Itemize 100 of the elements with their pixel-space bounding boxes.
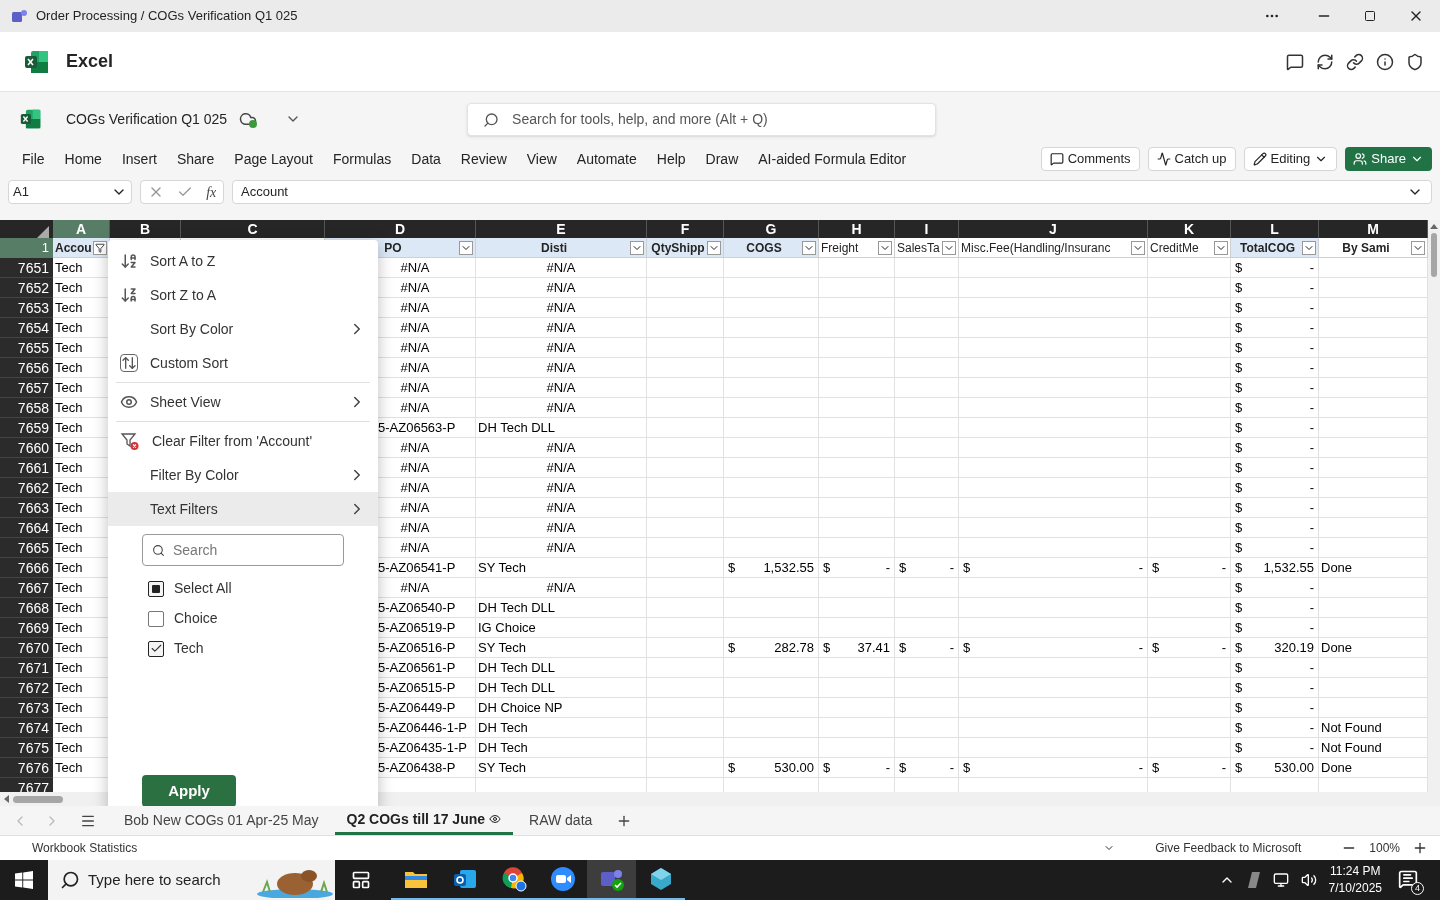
shield-icon[interactable]	[1406, 52, 1424, 71]
table-cell: SY Tech	[476, 638, 647, 658]
share-button[interactable]: Share	[1345, 147, 1432, 171]
filter-dropdown-icon[interactable]	[1411, 240, 1425, 255]
ribbon-tab[interactable]: Automate	[576, 148, 637, 170]
table-cell: #N/A	[476, 398, 647, 418]
ribbon-tab[interactable]: Share	[176, 148, 215, 170]
clock-date[interactable]: 7/10/2025	[1328, 880, 1382, 897]
currency-symbol: $	[1235, 758, 1243, 777]
feedback-link[interactable]: Give Feedback to Microsoft	[1155, 839, 1302, 857]
table-cell: DH Tech DLL	[476, 418, 647, 438]
refresh-icon[interactable]	[1316, 52, 1334, 71]
sheet-tab[interactable]: RAW data	[517, 806, 605, 835]
toolbar-button[interactable]: Catch up	[1147, 147, 1236, 171]
cloud-saved-icon	[239, 110, 258, 128]
ribbon-tab[interactable]: Home	[64, 148, 102, 170]
filter-dropdown-icon[interactable]	[942, 240, 956, 255]
currency-symbol: $	[728, 558, 736, 577]
currency-symbol: $	[823, 638, 831, 657]
row-number: 7674	[0, 718, 53, 738]
row-number: 7667	[0, 578, 53, 598]
row-number: 7655	[0, 338, 53, 358]
ribbon-tab[interactable]: View	[526, 148, 557, 170]
toolbar-button[interactable]: Comments	[1040, 147, 1140, 171]
filter-dropdown-icon[interactable]	[1214, 240, 1228, 255]
ribbon-tab[interactable]: Review	[460, 148, 507, 170]
ribbon-tab[interactable]: Insert	[121, 148, 157, 170]
sheet-tab[interactable]: Bob New COGs 01 Apr-25 May	[112, 806, 331, 835]
empty-cell	[895, 258, 959, 278]
filter-dropdown-icon[interactable]	[707, 240, 721, 255]
ribbon-tab[interactable]: File	[22, 148, 45, 170]
ribbon-tab[interactable]: AI-aided Formula Editor	[758, 148, 907, 170]
windows-logo-icon[interactable]	[15, 871, 33, 889]
ribbon-tab[interactable]: Formulas	[332, 148, 392, 170]
chat-icon[interactable]	[1286, 52, 1304, 71]
currency-symbol: $	[1235, 558, 1243, 577]
filter-dropdown-icon[interactable]	[802, 240, 816, 255]
currency-symbol: $	[1235, 738, 1243, 757]
ribbon-tab[interactable]: Draw	[705, 148, 739, 170]
empty-cell	[895, 718, 959, 738]
task-view-icon[interactable]	[351, 870, 371, 890]
currency-symbol: $	[823, 758, 831, 777]
comment-icon	[1049, 152, 1064, 166]
info-icon[interactable]	[1376, 52, 1394, 71]
vertical-scrollbar-thumb[interactable]	[1431, 233, 1437, 277]
filter-dropdown-icon[interactable]	[878, 240, 892, 255]
filter-dropdown-icon[interactable]	[630, 240, 644, 255]
status-text[interactable]: Workbook Statistics	[32, 839, 1104, 857]
filter-applied-icon[interactable]	[93, 240, 107, 255]
toolbar-button[interactable]: Editing	[1243, 147, 1338, 171]
checkbox-label: Select All	[174, 579, 232, 598]
name-box[interactable]: A1	[8, 180, 132, 204]
amount: -	[1221, 558, 1226, 577]
amount: -	[1309, 598, 1314, 617]
scroll-up-icon[interactable]	[1430, 224, 1438, 229]
amount: -	[885, 558, 890, 577]
row-number: 1	[0, 238, 53, 258]
apply-button[interactable]: Apply	[142, 775, 236, 806]
column-header[interactable]: A	[53, 220, 110, 238]
checkbox[interactable]	[148, 610, 164, 627]
zoom-in-icon[interactable]	[1412, 840, 1428, 856]
filter-dropdown-icon[interactable]	[459, 240, 473, 255]
checkbox[interactable]	[148, 640, 164, 657]
currency-symbol: $	[1235, 298, 1243, 317]
ribbon-tab[interactable]: Help	[656, 148, 686, 170]
insert-function-button[interactable]: fx	[206, 181, 217, 203]
amount: -	[1221, 758, 1226, 777]
scroll-left-icon[interactable]	[4, 795, 9, 803]
ribbon-tab[interactable]: Page Layout	[234, 148, 313, 170]
select-all-corner-icon[interactable]	[37, 226, 49, 238]
tray-app-icon[interactable]	[1246, 872, 1261, 888]
column-title: QtyShipp	[650, 239, 706, 257]
empty-cell	[895, 438, 959, 458]
network-icon[interactable]	[1272, 872, 1289, 888]
empty-cell	[895, 278, 959, 298]
empty-cell	[895, 298, 959, 318]
restore-icon[interactable]	[1364, 10, 1376, 22]
table-cell: #N/A	[476, 498, 647, 518]
row-number: 7666	[0, 558, 53, 578]
ribbon-tab[interactable]: Data	[411, 148, 441, 170]
currency-symbol: $	[1235, 478, 1243, 497]
amount: -	[1309, 358, 1314, 377]
file-name[interactable]: COGs Verification Q1 025	[66, 108, 228, 130]
currency-symbol: $	[1235, 278, 1243, 297]
checkbox[interactable]	[148, 580, 164, 597]
search-field[interactable]: Search	[142, 534, 344, 566]
clock-time[interactable]: 11:24 PM	[1330, 863, 1381, 880]
amount: -	[1138, 638, 1143, 657]
row-number: 7661	[0, 458, 53, 478]
link-icon[interactable]	[1346, 52, 1364, 71]
filter-dropdown-icon[interactable]	[1302, 240, 1316, 255]
menu-item[interactable]: Text Filters	[108, 492, 378, 526]
currency-symbol: $	[1235, 698, 1243, 717]
horizontal-scrollbar-thumb[interactable]	[13, 795, 63, 803]
empty-cell	[895, 338, 959, 358]
taskbar-search-field[interactable]: Type here to search	[48, 860, 335, 900]
formula-field[interactable]: Account	[232, 180, 1432, 204]
volume-icon[interactable]	[1300, 872, 1317, 888]
filter-dropdown-icon[interactable]	[1131, 240, 1145, 255]
column-title: Freight	[820, 239, 860, 257]
